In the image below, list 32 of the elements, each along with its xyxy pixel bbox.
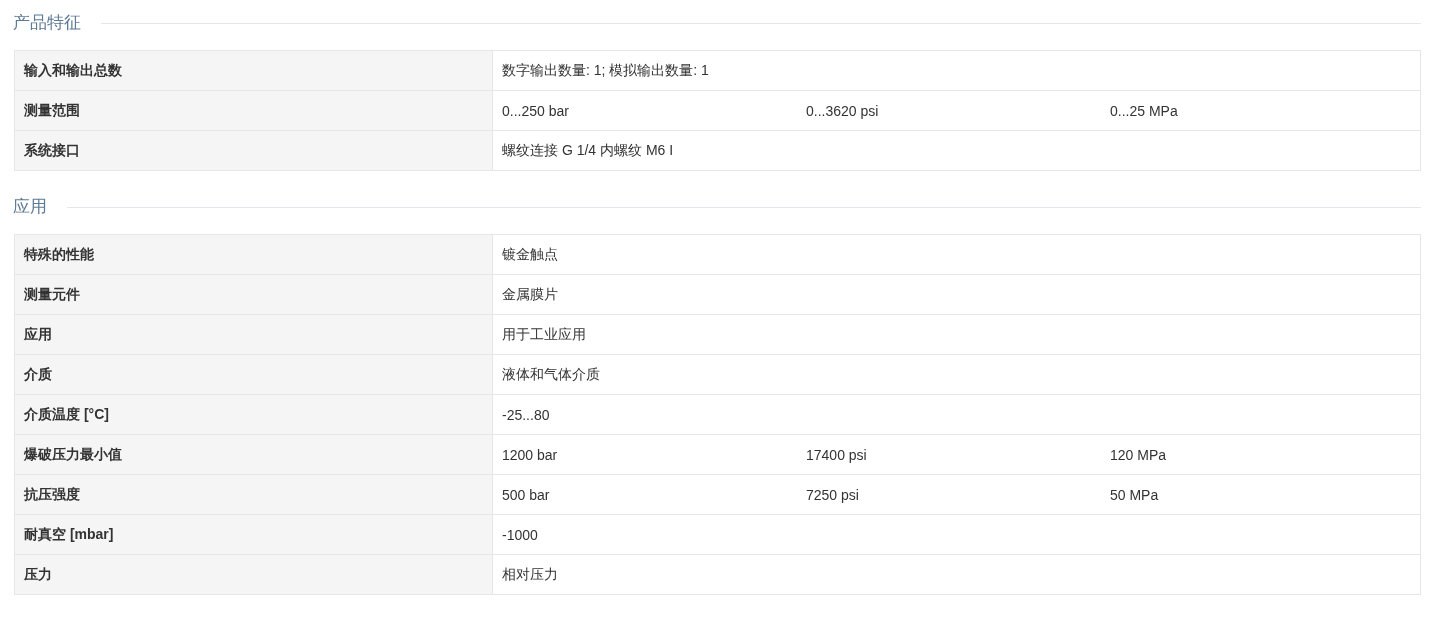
row-label: 输入和输出总数 — [15, 51, 493, 90]
row-value: 镀金触点 — [502, 245, 559, 264]
row-label: 介质 — [15, 355, 493, 394]
row-value: 0...3620 psi — [806, 102, 880, 119]
row-value: 金属膜片 — [502, 285, 559, 304]
row-label: 爆破压力最小值 — [15, 435, 493, 474]
row-value: 120 MPa — [1110, 446, 1168, 463]
row-label: 介质温度 [°C] — [15, 395, 493, 434]
row-label: 测量范围 — [15, 91, 493, 130]
row-value: -25...80 — [502, 406, 551, 423]
row-value: 50 MPa — [1110, 486, 1160, 503]
row-value: 螺纹连接 G 1/4 内螺纹 M6 I — [502, 141, 675, 160]
row-label: 测量元件 — [15, 275, 493, 314]
row-value: 用于工业应用 — [502, 325, 587, 344]
row-label: 特殊的性能 — [15, 235, 493, 274]
row-value: 数字输出数量: 1; 模拟输出数量: 1 — [502, 61, 710, 80]
row-value: 0...250 bar — [502, 102, 570, 119]
row-value: 1200 bar — [502, 446, 559, 463]
row-label: 抗压强度 — [15, 475, 493, 514]
row-value: 500 bar — [502, 486, 551, 503]
section-title: 产品特征 — [13, 11, 81, 34]
row-value: -1000 — [502, 526, 539, 543]
section-title: 应用 — [13, 195, 47, 218]
row-value: 7250 psi — [806, 486, 860, 503]
row-label: 系统接口 — [15, 131, 493, 170]
row-value: 液体和气体介质 — [502, 365, 601, 384]
row-label: 压力 — [15, 555, 493, 594]
row-value: 0...25 MPa — [1110, 102, 1179, 119]
row-label: 耐真空 [mbar] — [15, 515, 493, 554]
row-label: 应用 — [15, 315, 493, 354]
row-value: 17400 psi — [806, 446, 868, 463]
row-value: 相对压力 — [502, 565, 559, 584]
